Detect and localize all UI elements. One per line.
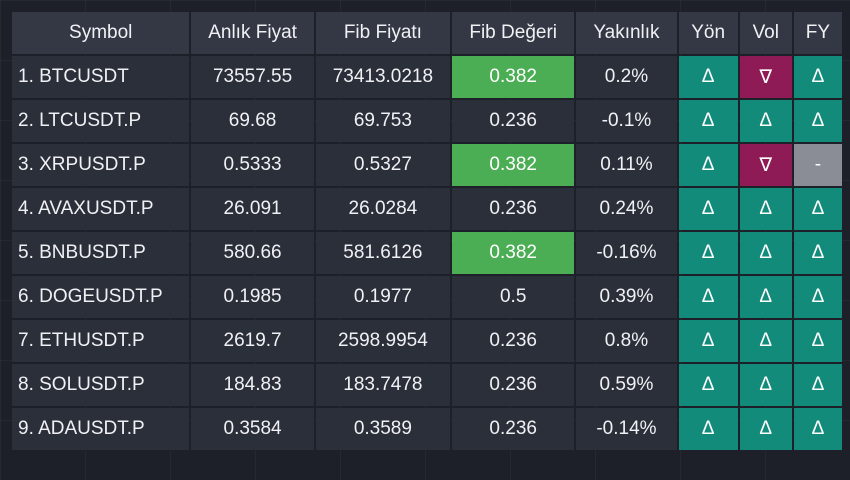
volume-up-delta-icon: Δ	[739, 100, 792, 142]
cell-fib-value: 0.236	[452, 100, 575, 142]
header-current-price: Anlık Fiyat	[191, 12, 314, 54]
cell-current-price: 69.68	[191, 100, 314, 142]
volume-down-nabla-icon: ∇	[739, 144, 792, 186]
cell-fib-value: 0.236	[452, 364, 575, 406]
cell-symbol: 8. SOLUSDT.P	[12, 364, 190, 406]
direction-up-delta-icon: Δ	[678, 364, 738, 406]
direction-up-delta-icon: Δ	[678, 100, 738, 142]
cell-symbol: 4. AVAXUSDT.P	[12, 188, 190, 230]
direction-up-delta-icon: Δ	[678, 144, 738, 186]
header-fib-value: Fib Değeri	[452, 12, 575, 54]
fy-up-delta-icon: Δ	[793, 408, 842, 450]
cell-nearness: 0.24%	[576, 188, 677, 230]
cell-nearness: 0.2%	[576, 56, 677, 98]
cell-fib-value: 0.382	[452, 144, 575, 186]
cell-fib-value: 0.5	[452, 276, 575, 318]
cell-fib-price: 26.0284	[315, 188, 451, 230]
direction-up-delta-icon: Δ	[678, 276, 738, 318]
cell-fib-value: 0.382	[452, 232, 575, 274]
chart-canvas: Symbol Anlık Fiyat Fib Fiyatı Fib Değeri…	[0, 0, 850, 480]
header-nearness: Yakınlık	[576, 12, 677, 54]
fy-up-delta-icon: Δ	[793, 188, 842, 230]
cell-current-price: 580.66	[191, 232, 314, 274]
volume-up-delta-icon: Δ	[739, 232, 792, 274]
volume-up-delta-icon: Δ	[739, 276, 792, 318]
cell-current-price: 26.091	[191, 188, 314, 230]
cell-symbol: 6. DOGEUSDT.P	[12, 276, 190, 318]
cell-fib-price: 0.5327	[315, 144, 451, 186]
cell-current-price: 184.83	[191, 364, 314, 406]
cell-current-price: 2619.7	[191, 320, 314, 362]
fy-up-delta-icon: Δ	[793, 56, 842, 98]
cell-nearness: 0.39%	[576, 276, 677, 318]
fy-neutral-dash-icon: -	[793, 144, 842, 186]
cell-nearness: -0.14%	[576, 408, 677, 450]
header-fib-price: Fib Fiyatı	[315, 12, 451, 54]
table-row: 8. SOLUSDT.P 184.83 183.7478 0.236 0.59% Δ Δ Δ	[12, 364, 842, 406]
cell-nearness: 0.8%	[576, 320, 677, 362]
table-row: 1. BTCUSDT 73557.55 73413.0218 0.382 0.2% Δ ∇ Δ	[12, 56, 842, 98]
header-fy: FY	[793, 12, 842, 54]
table-row: 5. BNBUSDT.P 580.66 581.6126 0.382 -0.16% Δ Δ Δ	[12, 232, 842, 274]
header-direction: Yön	[678, 12, 738, 54]
table-row: 7. ETHUSDT.P 2619.7 2598.9954 0.236 0.8% Δ Δ Δ	[12, 320, 842, 362]
direction-up-delta-icon: Δ	[678, 188, 738, 230]
volume-up-delta-icon: Δ	[739, 320, 792, 362]
cell-nearness: 0.59%	[576, 364, 677, 406]
fy-up-delta-icon: Δ	[793, 320, 842, 362]
fy-up-delta-icon: Δ	[793, 232, 842, 274]
direction-up-delta-icon: Δ	[678, 320, 738, 362]
cell-fib-value: 0.382	[452, 56, 575, 98]
header-volume: Vol	[739, 12, 792, 54]
cell-fib-value: 0.236	[452, 320, 575, 362]
cell-fib-price: 2598.9954	[315, 320, 451, 362]
cell-symbol: 9. ADAUSDT.P	[12, 408, 190, 450]
table-row: 4. AVAXUSDT.P 26.091 26.0284 0.236 0.24% Δ Δ Δ	[12, 188, 842, 230]
cell-symbol: 3. XRPUSDT.P	[12, 144, 190, 186]
cell-fib-price: 69.753	[315, 100, 451, 142]
cell-symbol: 2. LTCUSDT.P	[12, 100, 190, 142]
cell-current-price: 0.5333	[191, 144, 314, 186]
table-body: 1. BTCUSDT 73557.55 73413.0218 0.382 0.2% Δ ∇ Δ…	[12, 56, 842, 450]
volume-up-delta-icon: Δ	[739, 188, 792, 230]
cell-nearness: -0.1%	[576, 100, 677, 142]
cell-nearness: 0.11%	[576, 144, 677, 186]
cell-fib-price: 0.1977	[315, 276, 451, 318]
cell-symbol: 7. ETHUSDT.P	[12, 320, 190, 362]
table-row: 3. XRPUSDT.P 0.5333 0.5327 0.382 0.11% Δ ∇ -	[12, 144, 842, 186]
cell-current-price: 0.1985	[191, 276, 314, 318]
cell-fib-price: 183.7478	[315, 364, 451, 406]
table-header-row: Symbol Anlık Fiyat Fib Fiyatı Fib Değeri…	[12, 12, 842, 54]
table-row: 2. LTCUSDT.P 69.68 69.753 0.236 -0.1% Δ Δ Δ	[12, 100, 842, 142]
fy-up-delta-icon: Δ	[793, 100, 842, 142]
direction-up-delta-icon: Δ	[678, 56, 738, 98]
cell-current-price: 73557.55	[191, 56, 314, 98]
volume-up-delta-icon: Δ	[739, 408, 792, 450]
volume-up-delta-icon: Δ	[739, 364, 792, 406]
direction-up-delta-icon: Δ	[678, 408, 738, 450]
fib-table: Symbol Anlık Fiyat Fib Fiyatı Fib Değeri…	[10, 10, 844, 452]
cell-symbol: 5. BNBUSDT.P	[12, 232, 190, 274]
cell-nearness: -0.16%	[576, 232, 677, 274]
cell-fib-value: 0.236	[452, 188, 575, 230]
cell-fib-price: 0.3589	[315, 408, 451, 450]
table-row: 9. ADAUSDT.P 0.3584 0.3589 0.236 -0.14% Δ Δ Δ	[12, 408, 842, 450]
fy-up-delta-icon: Δ	[793, 364, 842, 406]
cell-fib-value: 0.236	[452, 408, 575, 450]
direction-up-delta-icon: Δ	[678, 232, 738, 274]
volume-down-nabla-icon: ∇	[739, 56, 792, 98]
header-symbol: Symbol	[12, 12, 190, 54]
cell-fib-price: 581.6126	[315, 232, 451, 274]
table-row: 6. DOGEUSDT.P 0.1985 0.1977 0.5 0.39% Δ Δ Δ	[12, 276, 842, 318]
cell-current-price: 0.3584	[191, 408, 314, 450]
cell-symbol: 1. BTCUSDT	[12, 56, 190, 98]
fy-up-delta-icon: Δ	[793, 276, 842, 318]
cell-fib-price: 73413.0218	[315, 56, 451, 98]
